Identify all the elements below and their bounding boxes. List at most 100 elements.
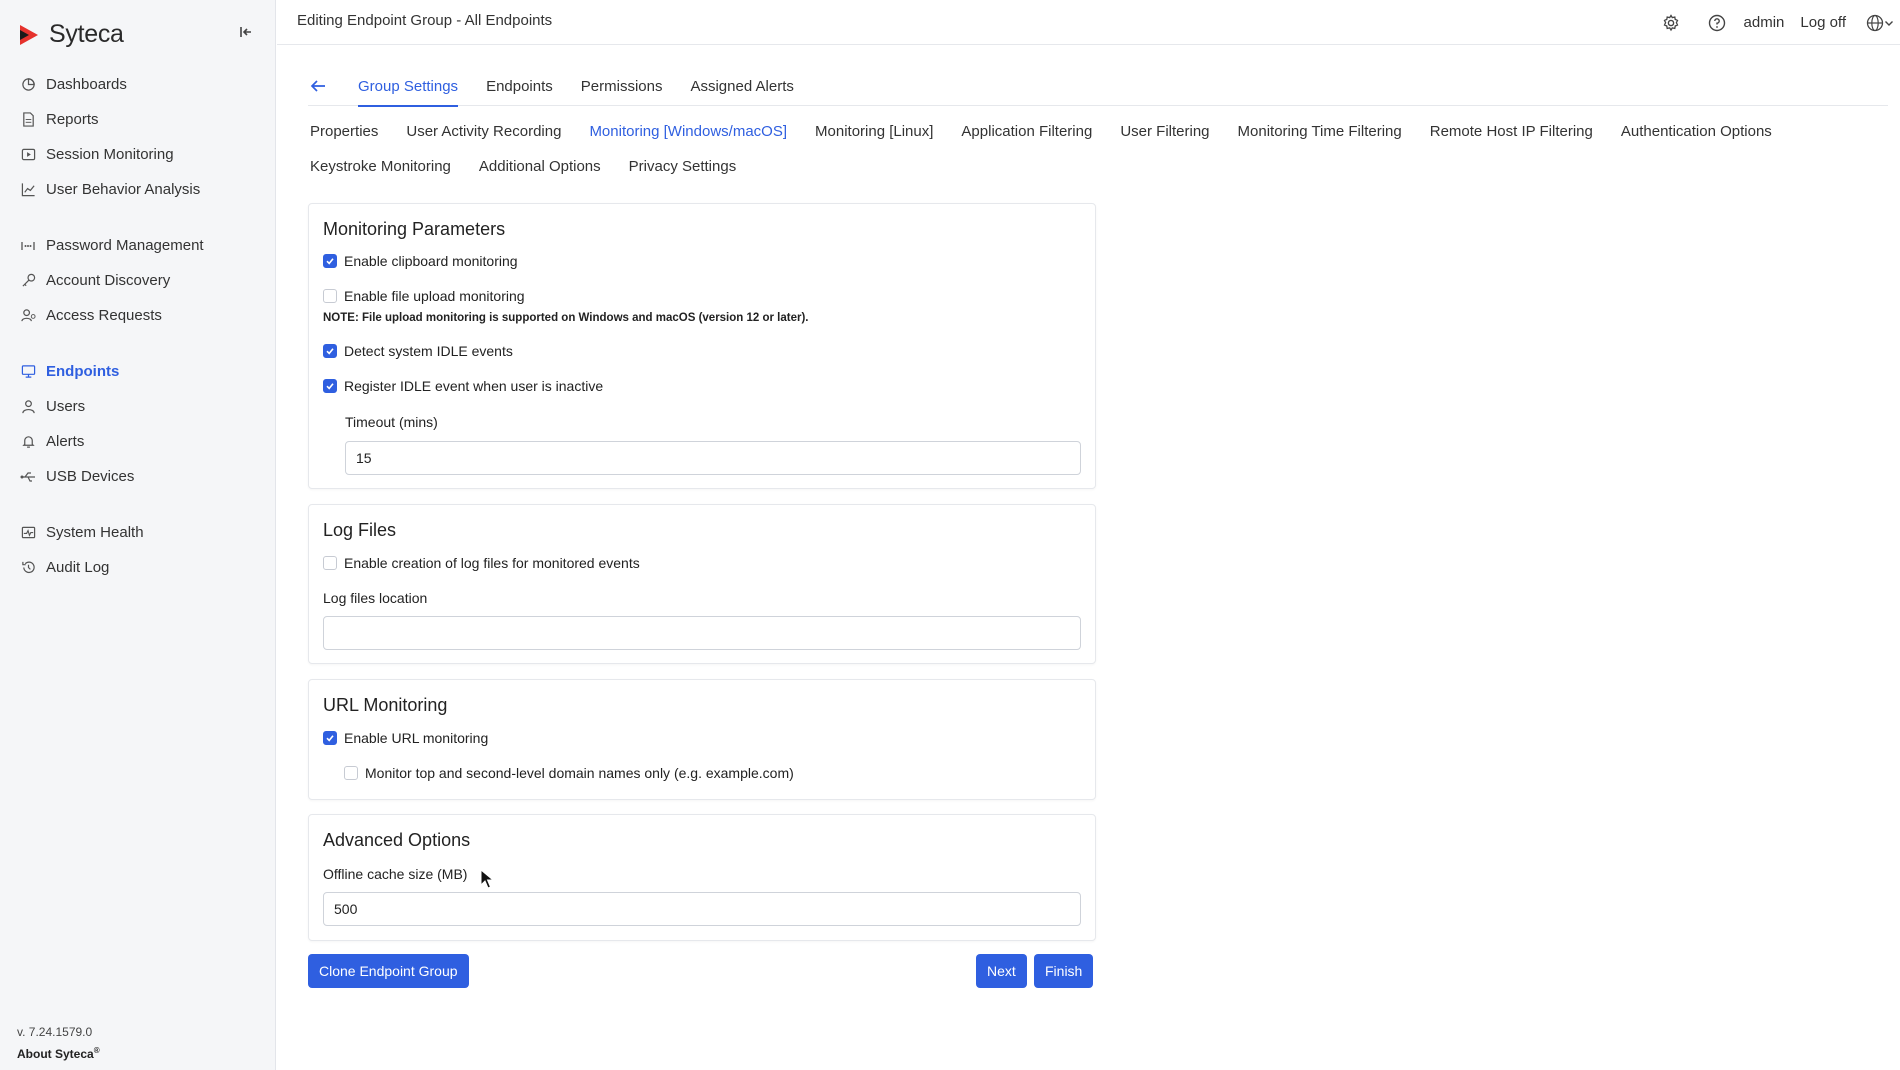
file-upload-monitoring-checkbox[interactable]: Enable file upload monitoring [323, 288, 525, 304]
key-icon [20, 273, 36, 289]
checkbox-label: Monitor top and second-level domain name… [365, 765, 794, 781]
sidebar-item-label: Dashboards [46, 76, 127, 93]
logoff-link[interactable]: Log off [1800, 14, 1846, 31]
subtab-properties[interactable]: Properties [310, 120, 378, 143]
tab-permissions[interactable]: Permissions [581, 70, 663, 105]
sidebar-item-label: Audit Log [46, 559, 110, 576]
enable-log-files-checkbox[interactable]: Enable creation of log files for monitor… [323, 555, 640, 571]
about-link[interactable]: About Syteca® [17, 1046, 100, 1061]
checkbox-checked-icon [323, 379, 337, 393]
finish-button[interactable]: Finish [1034, 954, 1094, 988]
checkbox-unchecked-icon [344, 766, 358, 780]
subtab-monitoring-linux[interactable]: Monitoring [Linux] [815, 120, 933, 143]
file-upload-note: NOTE: File upload monitoring is supporte… [323, 312, 809, 324]
sidebar-item-system-health[interactable]: System Health [0, 515, 276, 550]
card-title: Monitoring Parameters [323, 219, 506, 239]
sidebar-item-alerts[interactable]: Alerts [0, 424, 276, 459]
language-selector[interactable] [1862, 12, 1898, 34]
checkbox-label: Enable file upload monitoring [344, 288, 525, 304]
syteca-logo[interactable]: Syteca [17, 20, 124, 49]
subtab-user-filtering[interactable]: User Filtering [1120, 120, 1209, 143]
card-title: Log Files [323, 520, 397, 540]
sidebar-item-label: Users [46, 398, 86, 415]
sidebar-item-label: Alerts [46, 433, 85, 450]
help-icon[interactable] [1706, 12, 1728, 34]
detect-idle-checkbox[interactable]: Detect system IDLE events [323, 343, 513, 359]
sidebar-item-label: Session Monitoring [46, 146, 174, 163]
health-icon [20, 525, 36, 541]
sidebar-item-account-discovery[interactable]: Account Discovery [0, 263, 276, 298]
back-arrow-icon[interactable] [308, 76, 328, 96]
enable-url-monitoring-checkbox[interactable]: Enable URL monitoring [323, 730, 488, 746]
topbar-actions: admin Log off [1636, 0, 1900, 45]
subtab-remote-host-ip-filtering[interactable]: Remote Host IP Filtering [1430, 120, 1593, 143]
sidebar-item-reports[interactable]: Reports [0, 102, 276, 137]
brand-name: Syteca [49, 20, 124, 48]
collapse-sidebar-icon[interactable] [236, 22, 256, 42]
sidebar-item-label: USB Devices [46, 468, 135, 485]
settings-icon[interactable] [1660, 12, 1682, 34]
about-label: About Syteca [17, 1047, 94, 1061]
sidebar-item-dashboards[interactable]: Dashboards [0, 67, 276, 102]
next-button[interactable]: Next [976, 954, 1027, 988]
timeout-label: Timeout (mins) [345, 414, 438, 430]
sidebar-item-label: User Behavior Analysis [46, 181, 201, 198]
top-bar: Editing Endpoint Group - All Endpoints a… [277, 0, 1900, 45]
url-monitoring-card: URL Monitoring Enable URL monitoring Mon… [308, 679, 1096, 800]
checkbox-label: Enable URL monitoring [344, 730, 489, 746]
subtab-application-filtering[interactable]: Application Filtering [961, 120, 1092, 143]
log-location-input[interactable] [323, 616, 1081, 650]
cache-size-label: Offline cache size (MB) [323, 866, 468, 882]
cache-size-input[interactable] [323, 892, 1081, 926]
subtab-user-activity-recording[interactable]: User Activity Recording [406, 120, 561, 143]
sidebar-item-endpoints[interactable]: Endpoints [0, 354, 276, 389]
subtab-privacy-settings[interactable]: Privacy Settings [629, 155, 737, 178]
subtab-authentication-options[interactable]: Authentication Options [1621, 120, 1772, 143]
sidebar-item-label: Account Discovery [46, 272, 171, 289]
usb-icon [20, 469, 36, 485]
chart-icon [20, 182, 36, 198]
subtab-keystroke-monitoring[interactable]: Keystroke Monitoring [310, 155, 451, 178]
tab-group-settings[interactable]: Group Settings [358, 70, 459, 107]
version-label: v. 7.24.1579.0 [17, 1025, 93, 1039]
tab-endpoints[interactable]: Endpoints [486, 70, 553, 105]
clipboard-monitoring-checkbox[interactable]: Enable clipboard monitoring [323, 253, 518, 269]
card-title: Advanced Options [323, 830, 471, 850]
nav-group-main: Dashboards Reports Session Monitoring Us… [0, 67, 276, 207]
clone-endpoint-group-button[interactable]: Clone Endpoint Group [308, 954, 469, 988]
dashboard-icon [20, 77, 36, 93]
bell-icon [20, 434, 36, 450]
register-idle-inactive-checkbox[interactable]: Register IDLE event when user is inactiv… [323, 378, 603, 394]
sidebar-item-label: Access Requests [46, 307, 162, 324]
checkbox-unchecked-icon [323, 556, 337, 570]
checkbox-label: Detect system IDLE events [344, 343, 513, 359]
sidebar-item-users[interactable]: Users [0, 389, 276, 424]
main-tabs: Group Settings Endpoints Permissions Ass… [308, 70, 1888, 107]
history-icon [20, 560, 36, 576]
sidebar-item-usb-devices[interactable]: USB Devices [0, 459, 276, 494]
settings-sub-tabs: Properties User Activity Recording Monit… [310, 120, 1890, 178]
mouse-cursor-icon [480, 869, 494, 889]
subtab-monitoring-time-filtering[interactable]: Monitoring Time Filtering [1238, 120, 1402, 143]
subtab-monitoring-windows-macos[interactable]: Monitoring [Windows/macOS] [589, 120, 787, 143]
globe-icon [1866, 14, 1884, 31]
log-location-label: Log files location [323, 590, 428, 606]
card-title: URL Monitoring [323, 695, 448, 715]
current-user[interactable]: admin [1744, 14, 1785, 31]
subtab-additional-options[interactable]: Additional Options [479, 155, 601, 178]
sidebar-item-access-requests[interactable]: Access Requests [0, 298, 276, 333]
checkbox-label: Register IDLE event when user is inactiv… [344, 378, 604, 394]
access-icon [20, 308, 36, 324]
timeout-input[interactable] [345, 441, 1081, 475]
sidebar-item-label: Reports [46, 111, 99, 128]
nav-group-assets: Endpoints Users Alerts USB Devices [0, 354, 276, 494]
sidebar-item-audit-log[interactable]: Audit Log [0, 550, 276, 585]
domain-only-checkbox[interactable]: Monitor top and second-level domain name… [344, 765, 794, 781]
sidebar-item-session-monitoring[interactable]: Session Monitoring [0, 137, 276, 172]
password-icon [20, 238, 36, 254]
tab-assigned-alerts[interactable]: Assigned Alerts [690, 70, 793, 105]
sidebar-item-label: System Health [46, 524, 144, 541]
sidebar-item-user-behavior-analysis[interactable]: User Behavior Analysis [0, 172, 276, 207]
sidebar-item-password-management[interactable]: Password Management [0, 228, 276, 263]
registered-mark: ® [93, 1046, 100, 1055]
